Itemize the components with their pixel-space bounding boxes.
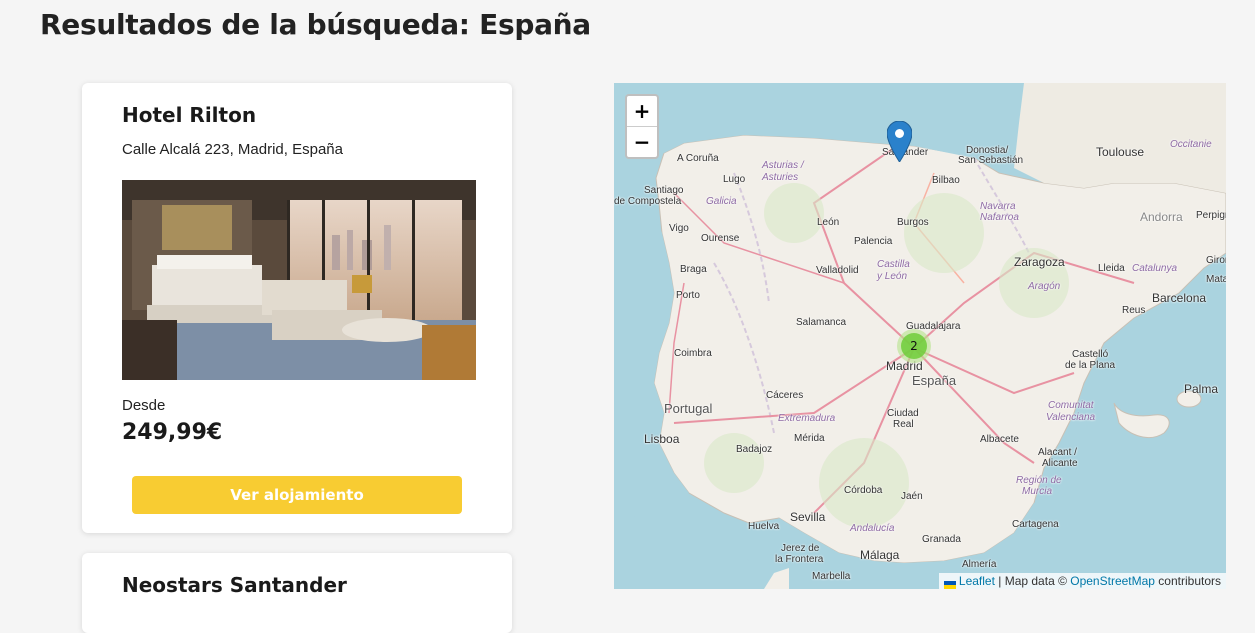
map-label: Galicia <box>706 196 737 207</box>
map-label: Perpign <box>1196 210 1226 221</box>
map-label: Lugo <box>723 174 746 185</box>
map-label: Valenciana <box>1046 412 1096 423</box>
hotel-name[interactable]: Hotel Rilton <box>122 103 256 127</box>
hotel-room-image <box>122 180 476 380</box>
attribution-text: | Map data © <box>994 574 1071 588</box>
map-label: Valladolid <box>816 265 859 276</box>
hotel-price: 249,99€ <box>122 420 223 445</box>
marker-cluster-count: 2 <box>901 333 927 359</box>
map-label: Palencia <box>854 236 893 247</box>
map-label: Palma <box>1184 382 1219 396</box>
map-label: Toulouse <box>1096 145 1145 159</box>
map-label: España <box>912 373 957 388</box>
map-label: Coimbra <box>674 348 712 359</box>
map-label: de Compostela <box>614 196 682 207</box>
map-label: Braga <box>680 264 707 275</box>
map-label: Matar <box>1206 274 1226 285</box>
map-attribution: Leaflet | Map data © OpenStreetMap contr… <box>938 573 1226 589</box>
map-label: Badajoz <box>736 444 773 455</box>
map-label: Extremadura <box>778 413 836 424</box>
zoom-control: + − <box>625 94 659 159</box>
map-label: Occitanie <box>1170 139 1212 150</box>
map-label: Málaga <box>860 548 900 562</box>
hotel-name[interactable]: Neostars Santander <box>122 573 347 597</box>
map-label: Portugal <box>664 401 713 416</box>
map[interactable]: A Coruña Asturias / Asturies Santander D… <box>614 83 1226 589</box>
hotel-card: Neostars Santander <box>82 553 512 633</box>
map-label: y León <box>877 271 908 282</box>
price-from-label: Desde <box>122 397 166 414</box>
map-label: Asturies <box>762 172 799 183</box>
map-label: Marbella <box>812 571 851 582</box>
map-label: Albacete <box>980 434 1019 445</box>
zoom-in-button[interactable]: + <box>627 96 657 127</box>
map-label: Lleida <box>1098 263 1125 274</box>
map-label: Jaén <box>901 491 923 502</box>
hotel-card: Hotel Rilton Calle Alcalá 223, Madrid, E… <box>82 83 512 533</box>
map-label: Jerez de <box>781 543 820 554</box>
map-label: Mérida <box>794 433 825 444</box>
map-label: de la Plana <box>1065 360 1116 371</box>
map-label: Cáceres <box>766 390 804 401</box>
map-label: Reus <box>1122 305 1146 316</box>
openstreetmap-link[interactable]: OpenStreetMap <box>1070 574 1155 588</box>
map-label: Catalunya <box>1132 263 1178 274</box>
map-label: Andorra <box>1140 210 1183 224</box>
map-label: Granada <box>922 534 961 545</box>
map-label: Córdoba <box>844 485 883 496</box>
ukraine-flag-icon <box>943 578 956 589</box>
map-label: Castelló <box>1072 349 1109 360</box>
map-label: Ciudad <box>887 408 919 419</box>
map-label: Lisboa <box>644 432 680 446</box>
map-label: Región de <box>1016 475 1062 486</box>
page-title: Resultados de la búsqueda: España <box>40 8 591 41</box>
zoom-out-button[interactable]: − <box>627 127 657 157</box>
map-label: Salamanca <box>796 317 847 328</box>
map-label: Comunitat <box>1048 400 1094 411</box>
hotel-address: Calle Alcalá 223, Madrid, España <box>122 141 343 158</box>
map-label: Asturias / <box>762 160 804 171</box>
map-label: San Sebastián <box>958 155 1024 166</box>
map-label: Santiago <box>644 185 684 196</box>
map-label: Alacant / <box>1038 447 1077 458</box>
map-label: Andalucía <box>850 523 895 534</box>
map-label: A Coruña <box>677 153 719 164</box>
map-label: Huelva <box>748 521 780 532</box>
map-label: Vigo <box>669 223 689 234</box>
map-label: Giron <box>1206 255 1226 266</box>
map-label: Zaragoza <box>1014 255 1065 269</box>
map-label: Aragón <box>1028 281 1061 292</box>
map-label: Cartagena <box>1012 519 1059 530</box>
map-label: Castilla <box>877 259 910 270</box>
map-label: Navarra <box>980 201 1016 212</box>
map-label: Burgos <box>897 217 929 228</box>
map-label: Sevilla <box>790 510 826 524</box>
view-accommodation-button[interactable]: Ver alojamiento <box>132 476 462 514</box>
map-label: Barcelona <box>1152 291 1207 305</box>
marker-cluster[interactable]: 2 <box>897 329 931 363</box>
map-label: Nafarroa <box>980 212 1019 223</box>
leaflet-link[interactable]: Leaflet <box>959 574 995 588</box>
map-label: León <box>817 217 840 228</box>
map-label: Murcia <box>1022 486 1053 497</box>
attribution-suffix: contributors <box>1154 574 1221 588</box>
map-pin-icon[interactable] <box>886 120 913 163</box>
hotel-photo[interactable] <box>122 180 476 380</box>
map-label: Real <box>893 419 914 430</box>
map-label: Ourense <box>701 233 740 244</box>
map-label: Porto <box>676 290 700 301</box>
map-label: la Frontera <box>775 554 824 565</box>
map-label: Almería <box>962 559 997 570</box>
map-label: Bilbao <box>932 175 960 186</box>
map-label: Alicante <box>1042 458 1078 469</box>
